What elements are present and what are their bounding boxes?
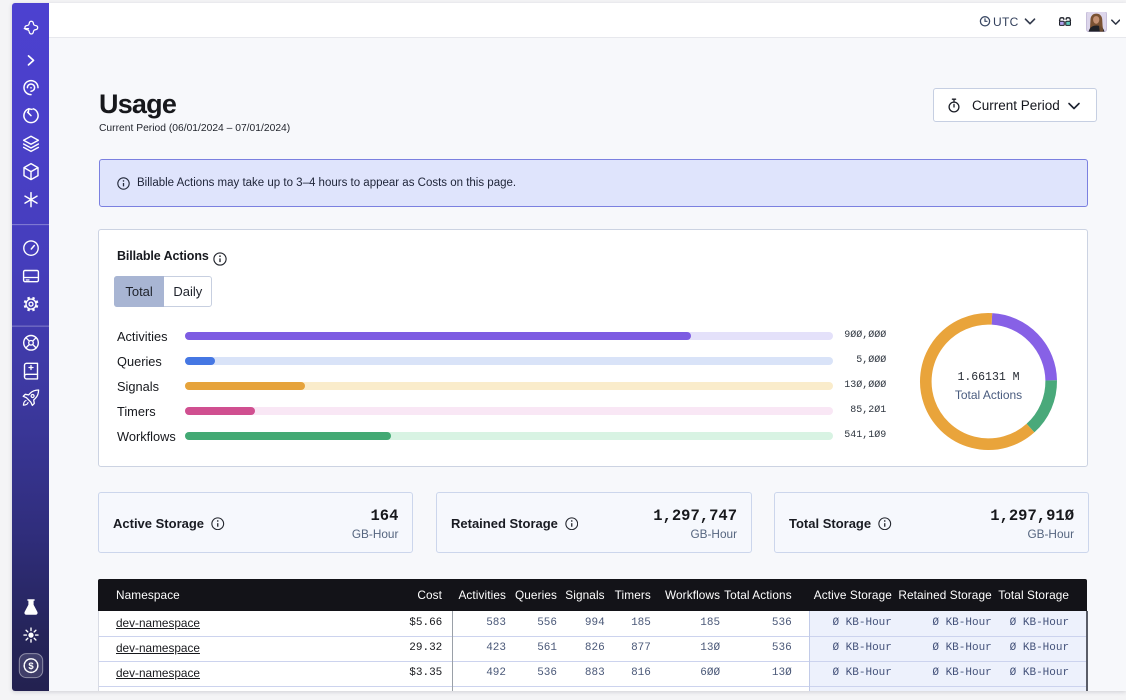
svg-text:$: $ [28,661,34,672]
